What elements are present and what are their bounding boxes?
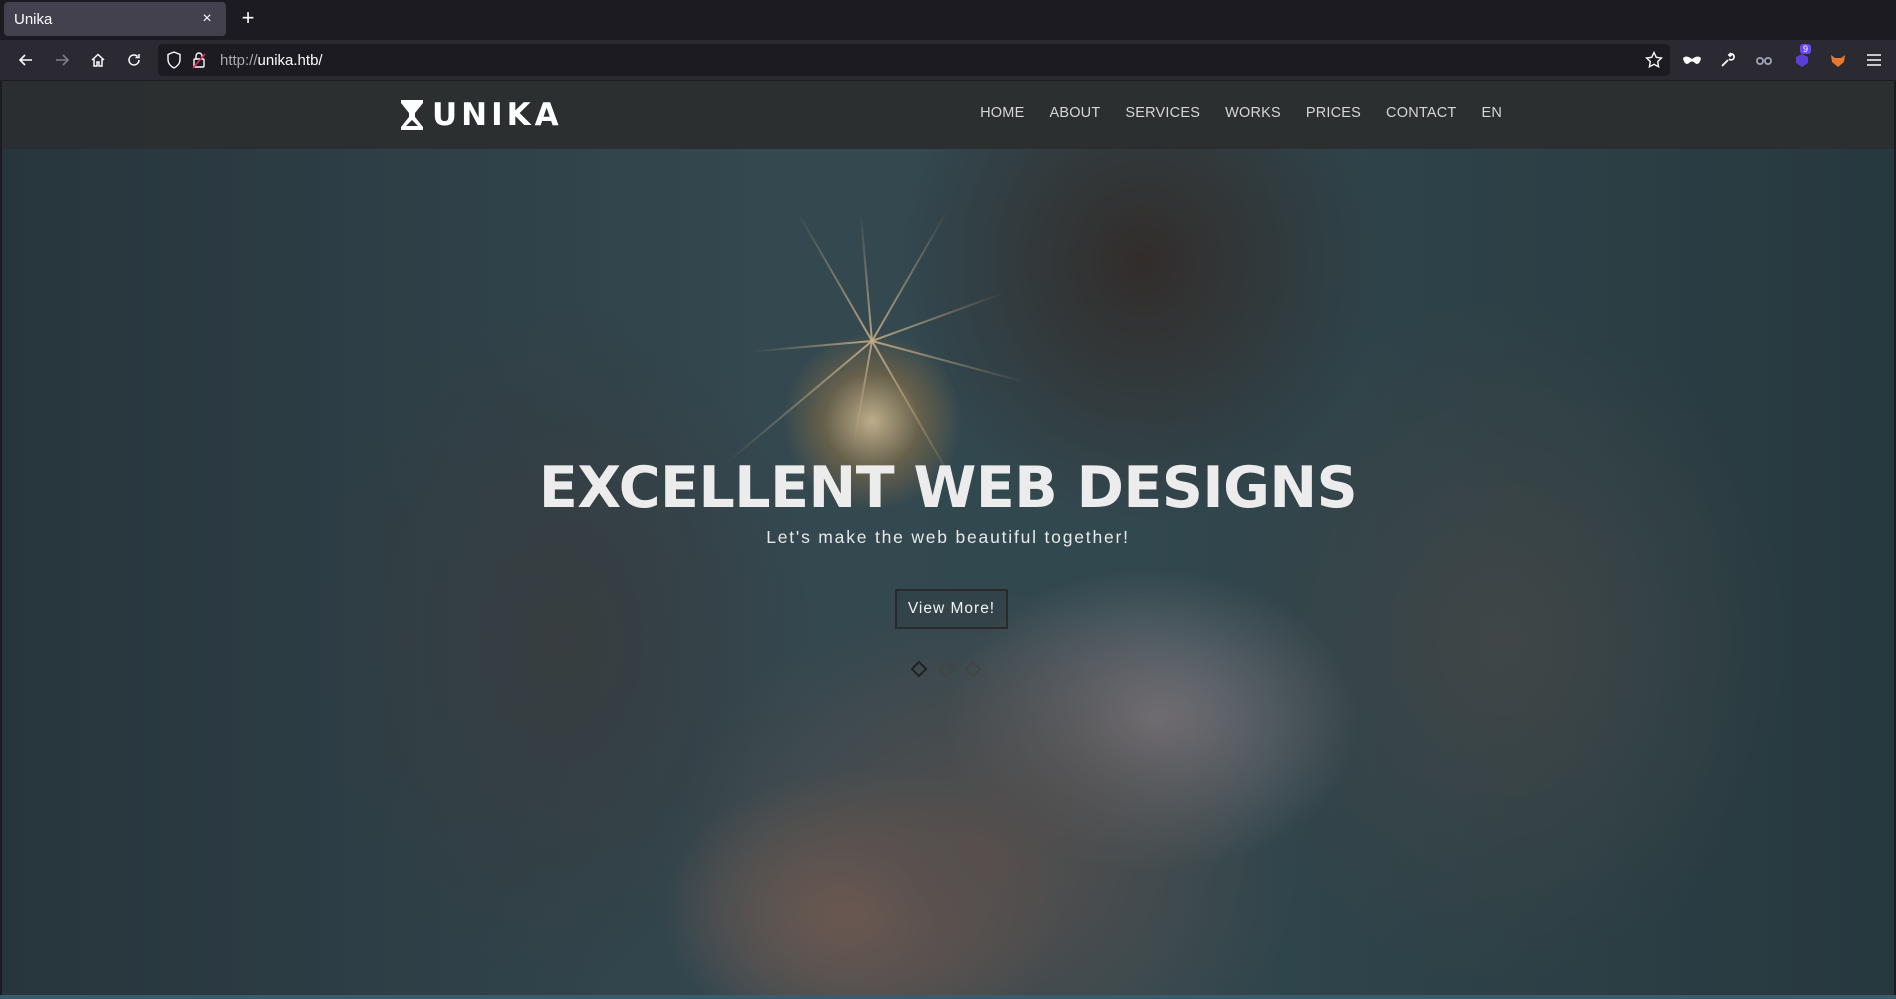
- tracking-shield-icon[interactable]: [166, 51, 182, 74]
- tab-close-icon[interactable]: ×: [198, 10, 216, 28]
- menu-hamburger-icon[interactable]: [1862, 48, 1886, 72]
- menu-item-works[interactable]: WORKS: [1225, 105, 1281, 121]
- menu-item-language[interactable]: EN: [1481, 105, 1502, 121]
- hourglass-logo-icon: [401, 100, 423, 130]
- extension-badge-icon[interactable]: 9: [1790, 44, 1814, 72]
- private-mask-icon[interactable]: [1680, 48, 1704, 72]
- site-logo[interactable]: UNIKA: [400, 97, 563, 133]
- extension-badge-count: 9: [1800, 44, 1812, 54]
- site-header: UNIKA HOME ABOUT SERVICES WORKS PRICES C…: [2, 81, 1894, 149]
- home-icon[interactable]: [86, 48, 110, 72]
- insecure-lock-icon[interactable]: [192, 51, 206, 74]
- carousel-indicators: [910, 660, 982, 678]
- view-more-button[interactable]: View More!: [895, 589, 1008, 629]
- back-icon[interactable]: [14, 48, 38, 72]
- menu-item-home[interactable]: HOME: [980, 105, 1024, 121]
- url-protocol: http://: [220, 52, 258, 69]
- menu-item-services[interactable]: SERVICES: [1125, 105, 1200, 121]
- browser-tab-bar: Unika × +: [0, 0, 1896, 40]
- menu-item-prices[interactable]: PRICES: [1306, 105, 1361, 121]
- new-tab-button[interactable]: +: [236, 6, 260, 30]
- web-page: UNIKA HOME ABOUT SERVICES WORKS PRICES C…: [2, 81, 1894, 995]
- forward-icon[interactable]: [50, 48, 74, 72]
- menu-item-contact[interactable]: CONTACT: [1386, 105, 1456, 121]
- browser-nav-bar: http://unika.htb/ 9: [0, 40, 1896, 80]
- url-host: unika.htb/: [257, 52, 323, 69]
- browser-tab[interactable]: Unika ×: [4, 2, 226, 36]
- bookmark-star-icon[interactable]: [1642, 48, 1666, 72]
- carousel-dot-3[interactable]: [964, 660, 982, 678]
- reload-icon[interactable]: [122, 48, 146, 72]
- glasses-extension-icon[interactable]: [1752, 48, 1776, 72]
- desktop-bottom-edge: [0, 995, 1896, 999]
- menu-item-about[interactable]: ABOUT: [1049, 105, 1100, 121]
- wrench-icon[interactable]: [1716, 48, 1740, 72]
- url-text[interactable]: http://unika.htb/: [220, 52, 323, 69]
- main-menu: HOME ABOUT SERVICES WORKS PRICES CONTACT…: [980, 105, 1502, 121]
- fox-extension-icon[interactable]: [1826, 48, 1850, 72]
- address-bar[interactable]: http://unika.htb/: [158, 44, 1670, 76]
- hero-subtitle: Let's make the web beautiful together!: [766, 527, 1130, 547]
- carousel-dot-2[interactable]: [937, 660, 955, 678]
- hero-title: EXCELLENT WEB DESIGNS: [538, 455, 1358, 521]
- carousel-dot-1[interactable]: [910, 660, 928, 678]
- logo-text: UNIKA: [432, 97, 563, 133]
- tab-title: Unika: [14, 10, 53, 28]
